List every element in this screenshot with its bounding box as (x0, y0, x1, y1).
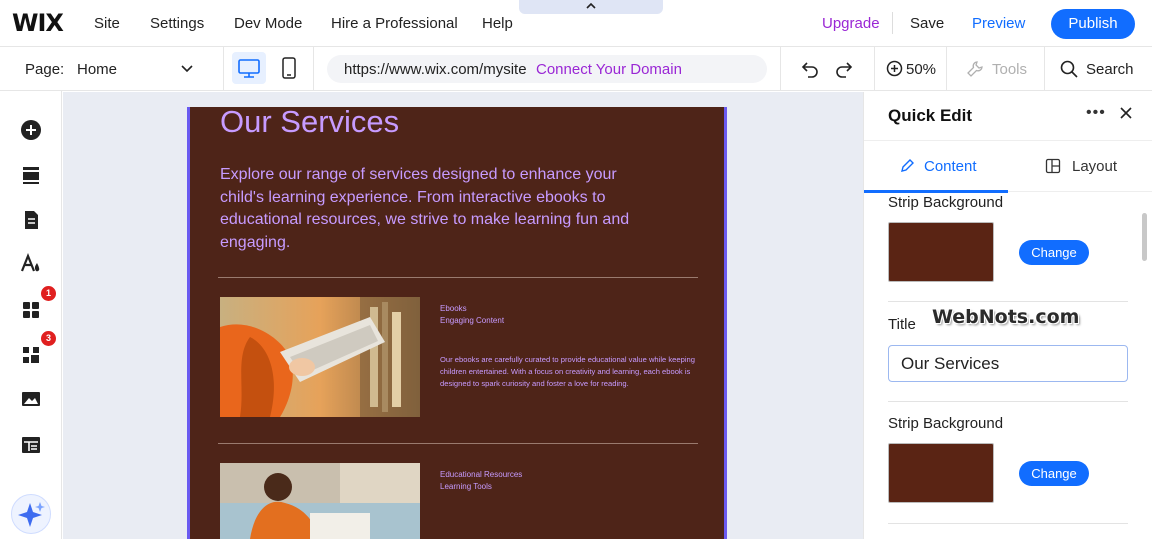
add-elements-icon[interactable] (20, 119, 42, 141)
search-label: Search (1086, 61, 1134, 78)
panel-content[interactable]: Strip Background Change Title WebNots.co… (864, 193, 1152, 539)
divider (888, 401, 1128, 402)
panel-title: Quick Edit (888, 106, 973, 125)
mobile-view-button[interactable] (278, 52, 300, 84)
business-tools-icon[interactable] (20, 344, 42, 366)
layout-icon (1045, 158, 1061, 174)
tab-content-label: Content (924, 158, 977, 175)
strip-background-label: Strip Background (888, 415, 1004, 432)
redo-icon[interactable] (834, 59, 854, 79)
zoom-in-icon (886, 60, 903, 77)
wrench-icon (967, 61, 983, 77)
apps-icon[interactable] (20, 299, 42, 321)
media-icon[interactable] (20, 388, 42, 410)
services-description[interactable]: Explore our range of services designed t… (220, 164, 640, 254)
save-button[interactable]: Save (910, 15, 944, 32)
preview-button[interactable]: Preview (972, 15, 1025, 32)
ebook-image[interactable] (220, 297, 420, 417)
site-url: https://www.wix.com/mysite (344, 61, 527, 78)
business-notification-badge: 3 (41, 331, 56, 346)
editor-canvas[interactable]: Our Services Explore our range of servic… (63, 92, 863, 539)
pencil-icon (901, 159, 914, 172)
tab-content[interactable]: Content (864, 141, 1008, 193)
title-input[interactable]: Our Services (888, 345, 1128, 382)
page-label: Page: (25, 61, 65, 78)
tab-layout-label: Layout (1072, 158, 1118, 175)
menu-help[interactable]: Help (482, 15, 513, 32)
study-photo (220, 463, 420, 539)
menu-site[interactable]: Site (94, 15, 120, 32)
service-1-subtitle[interactable]: Engaging Content (440, 315, 504, 327)
service-2-category[interactable]: Educational Resources (440, 469, 522, 481)
reading-photo (220, 297, 420, 417)
publish-button[interactable]: Publish (1051, 9, 1135, 39)
divider (888, 523, 1128, 524)
divider (223, 47, 224, 91)
close-icon[interactable] (1119, 106, 1133, 120)
tools-label: Tools (992, 61, 1028, 78)
site-url-bar[interactable]: https://www.wix.com/mysite Connect Your … (327, 55, 767, 83)
divider (888, 301, 1128, 302)
services-strip[interactable]: Our Services Explore our range of servic… (187, 104, 727, 539)
service-2-subtitle[interactable]: Learning Tools (440, 481, 492, 493)
chevron-down-icon[interactable] (180, 61, 194, 75)
search-icon (1060, 60, 1078, 78)
upgrade-link[interactable]: Upgrade (822, 15, 880, 32)
left-sidebar: 1 3 (0, 91, 62, 539)
watermark: WebNots.com (932, 306, 1080, 328)
title-field-label: Title (888, 316, 916, 333)
top-bar: WIX Site Settings Dev Mode Hire a Profes… (0, 0, 1152, 47)
mobile-icon (282, 57, 296, 79)
page-select[interactable]: Home (77, 61, 117, 78)
divider (780, 47, 781, 91)
cms-icon[interactable] (20, 434, 42, 456)
change-background-button[interactable]: Change (1019, 461, 1089, 486)
apps-notification-badge: 1 (41, 286, 56, 301)
design-icon[interactable] (20, 253, 42, 275)
editor-toolbar: Page: Home https://www.wix.com/mysite Co… (0, 47, 1152, 91)
divider-line (218, 443, 698, 444)
zoom-level: 50% (906, 61, 937, 78)
change-background-button[interactable]: Change (1019, 240, 1089, 265)
strip-background-label: Strip Background (888, 194, 1004, 211)
ai-assistant-button[interactable] (11, 494, 51, 534)
sections-icon[interactable] (20, 164, 42, 186)
more-options-icon[interactable]: ••• (1086, 104, 1106, 122)
pages-icon[interactable] (20, 209, 42, 231)
connect-domain-link[interactable]: Connect Your Domain (536, 61, 682, 78)
resources-image[interactable] (220, 463, 420, 539)
strip-background-swatch[interactable] (888, 443, 994, 503)
menu-dev-mode[interactable]: Dev Mode (234, 15, 302, 32)
divider (1044, 47, 1045, 91)
service-1-category[interactable]: Ebooks (440, 303, 467, 315)
desktop-icon (238, 59, 260, 78)
divider-line (218, 277, 698, 278)
divider (874, 47, 875, 91)
menu-hire-professional[interactable]: Hire a Professional (331, 15, 458, 32)
divider (313, 47, 314, 91)
divider (946, 47, 947, 91)
quick-edit-panel: Quick Edit ••• Content Layout Strip Back… (863, 92, 1152, 539)
undo-icon[interactable] (800, 59, 820, 79)
panel-tabs: Content Layout (864, 140, 1152, 193)
strip-background-swatch[interactable] (888, 222, 994, 282)
menu-settings[interactable]: Settings (150, 15, 204, 32)
sparkle-icon (18, 502, 45, 527)
divider (892, 12, 893, 34)
desktop-view-button[interactable] (232, 52, 266, 84)
service-1-body[interactable]: Our ebooks are carefully curated to prov… (440, 354, 695, 390)
wix-logo[interactable]: WIX (12, 9, 64, 37)
panel-scrollbar[interactable] (1142, 213, 1147, 261)
services-title[interactable]: Our Services (220, 104, 399, 140)
chevron-up-icon (586, 2, 596, 9)
collapse-topbar-button[interactable] (519, 0, 663, 14)
